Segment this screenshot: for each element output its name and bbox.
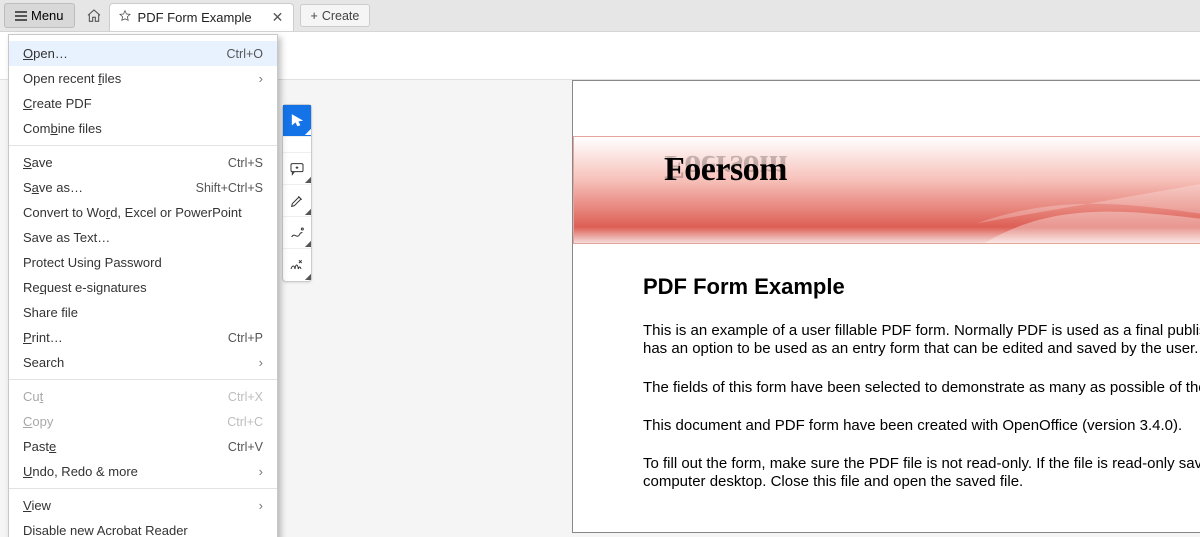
menu-item-protect-using-password[interactable]: Protect Using Password	[9, 250, 277, 275]
expand-chevron-icon: ◢	[305, 272, 311, 281]
menu-item-shortcut: Ctrl+C	[227, 415, 263, 429]
menu-item-undo-redo-more[interactable]: Undo, Redo & more ›	[9, 459, 277, 484]
app-root: Menu PDF Form Example ✕ + Create ◢ ◢ ◢ ◢ ◢ F…	[0, 0, 1200, 537]
menu-item-label: Save as…	[23, 180, 83, 195]
menu-item-combine-files[interactable]: Combine files	[9, 116, 277, 141]
menu-item-label: Convert to Word, Excel or PowerPoint	[23, 205, 242, 220]
menu-item-label: Combine files	[23, 121, 102, 136]
expand-chevron-icon: ◢	[305, 239, 311, 248]
menu-item-request-e-signatures[interactable]: Request e-signatures	[9, 275, 277, 300]
menu-separator	[9, 145, 277, 146]
menu-item-create-pdf[interactable]: Create PDF	[9, 91, 277, 116]
menu-item-label: Open…	[23, 46, 68, 61]
pdf-page: Foersom Foersom PDF Form Example This is…	[572, 80, 1200, 533]
document-tab[interactable]: PDF Form Example ✕	[109, 3, 294, 31]
menu-item-save-as[interactable]: Save as… Shift+Ctrl+S	[9, 175, 277, 200]
titlebar: Menu PDF Form Example ✕ + Create	[0, 0, 1200, 32]
menu-item-label: Share file	[23, 305, 78, 320]
menu-item-label: Paste	[23, 439, 56, 454]
draw-icon[interactable]: ◢	[283, 217, 311, 249]
menu-item-paste[interactable]: Paste Ctrl+V	[9, 434, 277, 459]
menu-item-cut: Cut Ctrl+X	[9, 384, 277, 409]
plus-icon: +	[311, 9, 318, 23]
star-icon[interactable]	[118, 9, 132, 26]
paragraph: This is an example of a user fillable PD…	[643, 322, 1200, 359]
hamburger-icon	[15, 9, 27, 23]
menu-item-open-recent-files[interactable]: Open recent files ›	[9, 66, 277, 91]
paragraph: The fields of this form have been select…	[643, 379, 1200, 397]
menu-separator	[9, 488, 277, 489]
menu-button[interactable]: Menu	[4, 3, 75, 28]
page-content: PDF Form Example This is an example of a…	[573, 244, 1200, 532]
menu-item-print[interactable]: Print… Ctrl+P	[9, 325, 277, 350]
menu-item-shortcut: Shift+Ctrl+S	[196, 181, 263, 195]
quick-tools-strip: ◢ ◢ ◢ ◢ ◢	[282, 104, 312, 282]
banner-wave	[977, 137, 1200, 244]
menu-item-label: Save as Text…	[23, 230, 110, 245]
menu-item-label: Open recent files	[23, 71, 121, 86]
home-icon	[86, 8, 102, 24]
menu-item-shortcut: Ctrl+S	[228, 156, 263, 170]
menu-item-label: Save	[23, 155, 53, 170]
home-button[interactable]	[79, 0, 109, 31]
expand-chevron-icon: ◢	[305, 127, 311, 136]
menu-item-label: View	[23, 498, 51, 513]
menu-item-copy: Copy Ctrl+C	[9, 409, 277, 434]
menu-item-shortcut: Ctrl+P	[228, 331, 263, 345]
menu-item-disable-new-acrobat-reader[interactable]: Disable new Acrobat Reader	[9, 518, 277, 537]
menu-item-label: Disable new Acrobat Reader	[23, 523, 188, 537]
tab-title: PDF Form Example	[138, 10, 265, 25]
menu-item-label: Print…	[23, 330, 63, 345]
file-menu: Open… Ctrl+O Open recent files › Create PDF C…	[8, 34, 278, 537]
menu-item-label: Request e-signatures	[23, 280, 147, 295]
menu-item-open[interactable]: Open… Ctrl+O	[9, 41, 277, 66]
menu-item-shortcut: Ctrl+O	[227, 47, 263, 61]
create-tab-label: Create	[322, 9, 360, 23]
menu-item-save-as-text[interactable]: Save as Text…	[9, 225, 277, 250]
menu-item-search[interactable]: Search ›	[9, 350, 277, 375]
menu-item-label: Search	[23, 355, 64, 370]
menu-item-label: Undo, Redo & more	[23, 464, 138, 479]
comment-icon[interactable]: ◢	[283, 153, 311, 185]
menu-item-label: Cut	[23, 389, 43, 404]
menu-item-convert-to-word-excel-or-powerpoint[interactable]: Convert to Word, Excel or PowerPoint	[9, 200, 277, 225]
menu-item-label: Create PDF	[23, 96, 92, 111]
chevron-right-icon: ›	[259, 355, 263, 370]
create-tab-button[interactable]: + Create	[300, 4, 371, 27]
paragraph: This document and PDF form have been cre…	[643, 417, 1200, 435]
menu-separator	[9, 379, 277, 380]
expand-chevron-icon: ◢	[305, 207, 311, 216]
sign-icon[interactable]: ◢	[283, 249, 311, 281]
menu-button-label: Menu	[31, 8, 64, 23]
close-icon[interactable]: ✕	[271, 9, 285, 26]
menu-item-label: Copy	[23, 414, 53, 429]
highlight-icon[interactable]: ◢	[283, 185, 311, 217]
menu-item-share-file[interactable]: Share file	[9, 300, 277, 325]
chevron-right-icon: ›	[259, 498, 263, 513]
menu-item-shortcut: Ctrl+X	[228, 390, 263, 404]
menu-item-save[interactable]: Save Ctrl+S	[9, 150, 277, 175]
cursor-icon[interactable]: ◢	[283, 105, 311, 137]
menu-item-shortcut: Ctrl+V	[228, 440, 263, 454]
menu-item-view[interactable]: View ›	[9, 493, 277, 518]
banner: Foersom Foersom	[573, 136, 1200, 244]
menu-item-label: Protect Using Password	[23, 255, 162, 270]
expand-chevron-icon: ◢	[305, 175, 311, 184]
chevron-right-icon: ›	[259, 71, 263, 86]
chevron-right-icon: ›	[259, 464, 263, 479]
page-heading: PDF Form Example	[643, 274, 1200, 300]
brand-reflection: Foersom	[664, 147, 787, 185]
paragraph: To fill out the form, make sure the PDF …	[643, 455, 1200, 492]
